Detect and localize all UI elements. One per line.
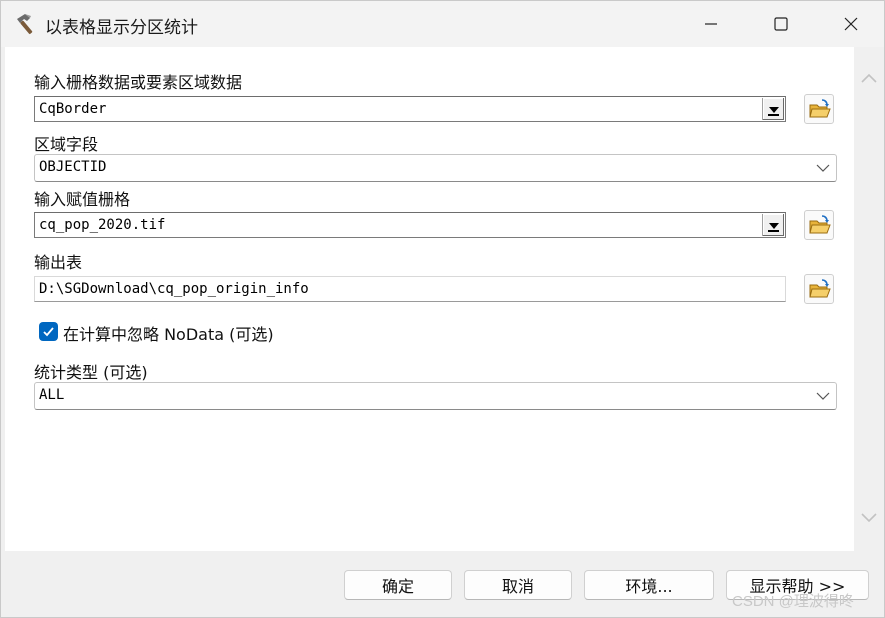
output-table-browse-button[interactable] [804, 274, 834, 304]
statistics-type-value: ALL [39, 387, 65, 403]
value-raster-browse-button[interactable] [804, 210, 834, 240]
open-folder-icon [809, 99, 831, 118]
chevron-down-icon [816, 392, 830, 400]
input-zone-label: 输入栅格数据或要素区域数据 [34, 73, 243, 92]
ignore-nodata-label[interactable]: 在计算中忽略 NoData (可选) [63, 321, 274, 345]
close-button[interactable] [828, 9, 874, 39]
output-table-input[interactable]: D:\SGDownload\cq_pop_origin_info [34, 276, 786, 302]
value-raster-value: cq_pop_2020.tif [39, 217, 166, 233]
dropdown-arrow-icon[interactable] [762, 214, 784, 236]
ignore-nodata-checkbox[interactable] [39, 322, 58, 341]
cancel-button[interactable]: 取消 [464, 570, 572, 600]
scroll-down-icon[interactable] [860, 511, 878, 525]
input-zone-browse-button[interactable] [804, 94, 834, 124]
scroll-up-icon[interactable] [860, 71, 878, 85]
ok-button[interactable]: 确定 [344, 570, 452, 600]
zone-field-select[interactable]: OBJECTID [34, 154, 837, 182]
window-title: 以表格显示分区统计 [45, 18, 198, 38]
output-table-label: 输出表 [34, 253, 83, 272]
open-folder-icon [809, 279, 831, 298]
statistics-type-label: 统计类型 (可选) [34, 363, 148, 382]
maximize-button[interactable] [758, 9, 804, 39]
zone-field-value: OBJECTID [39, 159, 107, 175]
chevron-down-icon [816, 164, 830, 172]
minimize-button[interactable] [688, 9, 734, 39]
value-raster-combobox[interactable]: cq_pop_2020.tif [34, 212, 786, 238]
zone-field-label: 区域字段 [34, 135, 99, 154]
watermark: CSDN @理波得咚 [732, 593, 854, 610]
environments-button[interactable]: 环境... [584, 570, 714, 600]
checkmark-icon [43, 327, 54, 337]
open-folder-icon [809, 215, 831, 234]
dialog-window: 以表格显示分区统计 输入栅格数据或要素区域数据 CqBorder 区域字段 OB… [0, 0, 885, 618]
vertical-scrollbar[interactable] [854, 47, 882, 551]
minimize-icon [705, 23, 717, 25]
value-raster-label: 输入赋值栅格 [34, 190, 131, 209]
input-zone-combobox[interactable]: CqBorder [34, 96, 786, 122]
statistics-type-select[interactable]: ALL [34, 382, 837, 410]
output-table-value: D:\SGDownload\cq_pop_origin_info [39, 281, 309, 297]
input-zone-value: CqBorder [39, 101, 107, 117]
close-icon [844, 17, 858, 31]
hammer-icon [17, 14, 33, 35]
title-bar[interactable]: 以表格显示分区统计 [1, 1, 884, 47]
dropdown-arrow-icon[interactable] [762, 98, 784, 120]
maximize-icon [774, 17, 788, 31]
